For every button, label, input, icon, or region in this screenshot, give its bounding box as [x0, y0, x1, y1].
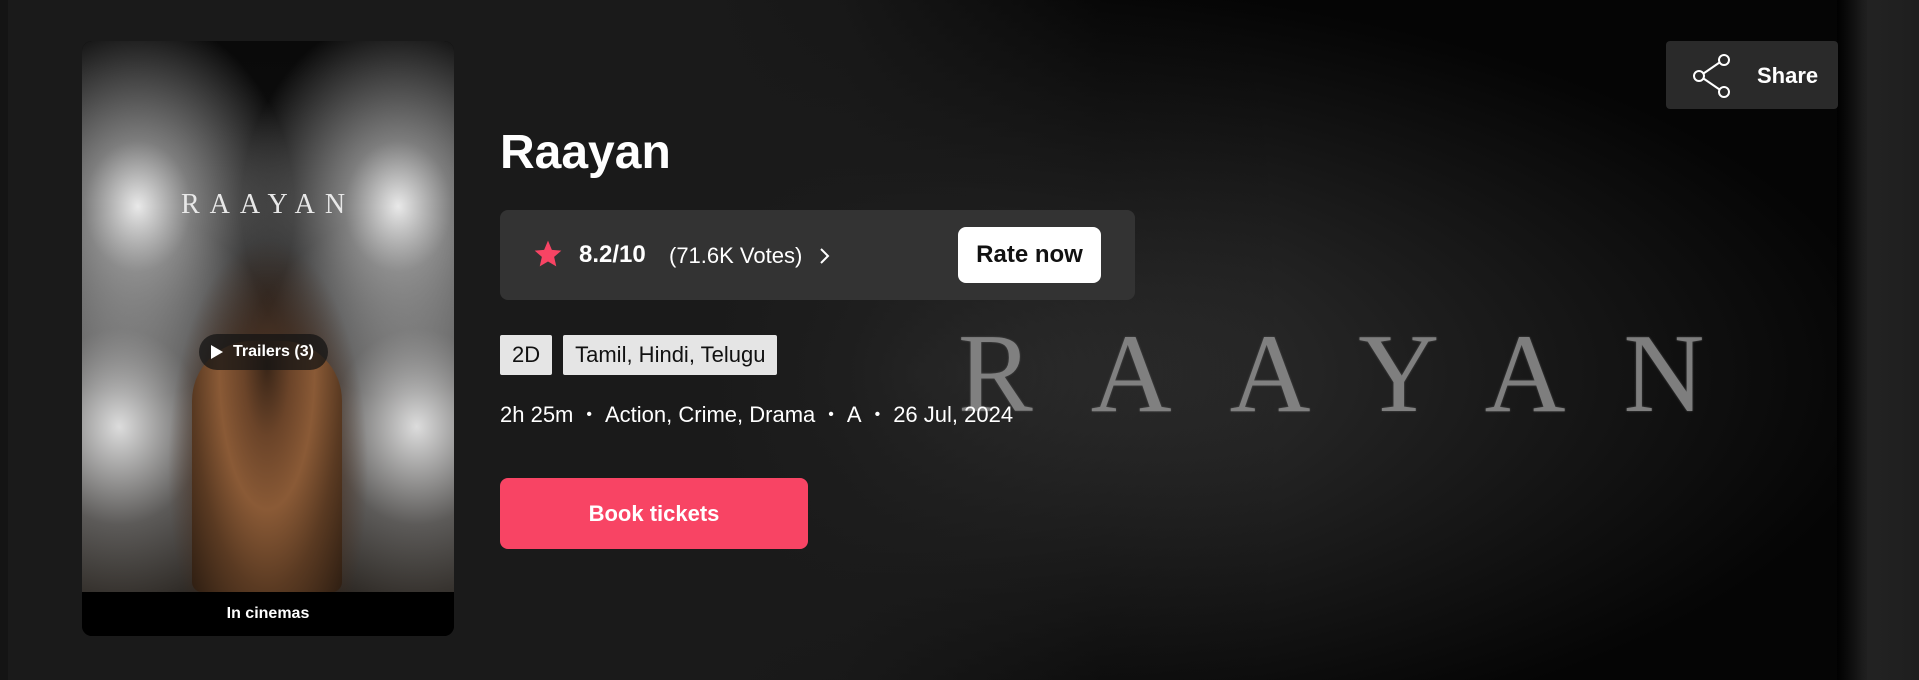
language-tag[interactable]: Tamil, Hindi, Telugu	[563, 335, 778, 375]
play-icon	[211, 345, 223, 359]
book-tickets-button[interactable]: Book tickets	[500, 478, 808, 549]
share-label: Share	[1757, 63, 1819, 88]
rating-value[interactable]: 8.2/10	[579, 241, 646, 269]
backdrop-left-edge	[0, 0, 8, 680]
poster-title-art: RAAYAN	[180, 189, 356, 220]
separator-dot: •	[586, 406, 592, 423]
release-status: In cinemas	[82, 592, 454, 636]
trailers-button[interactable]: Trailers (3)	[199, 334, 328, 370]
movie-title: Raayan	[500, 126, 671, 179]
backdrop-title-art: RAAYAN	[958, 312, 1763, 436]
certificate: A	[846, 402, 862, 427]
format-language-tags: 2D Tamil, Hindi, Telugu	[500, 335, 778, 375]
separator-dot: •	[828, 406, 834, 423]
separator-dot: •	[874, 406, 881, 423]
trailers-label: Trailers (3)	[233, 343, 314, 360]
share-icon	[1693, 54, 1730, 98]
release-date: 26 Jul, 2024	[893, 402, 1014, 427]
movie-banner: RAAYAN RAAYAN Trailers (3) In cinemas Ra…	[0, 0, 1919, 680]
rating-box: 8.2/10 (71.6K Votes) Rate now	[500, 210, 1135, 300]
share-button[interactable]: Share	[1666, 41, 1838, 109]
genres: Action, Crime, Drama	[605, 402, 816, 427]
chevron-right-icon[interactable]	[818, 246, 832, 266]
rating-votes[interactable]: (71.6K Votes)	[669, 243, 802, 269]
poster-figure	[192, 341, 342, 592]
star-icon	[534, 240, 562, 267]
page-scroll-gutter	[1837, 0, 1919, 680]
format-tag[interactable]: 2D	[500, 335, 553, 375]
rate-now-button[interactable]: Rate now	[958, 227, 1101, 283]
duration: 2h 25m	[500, 402, 574, 427]
movie-poster[interactable]: RAAYAN Trailers (3) In cinemas	[82, 41, 454, 636]
movie-meta: 2h 25m • Action, Crime, Drama • A • 26 J…	[500, 402, 1013, 428]
